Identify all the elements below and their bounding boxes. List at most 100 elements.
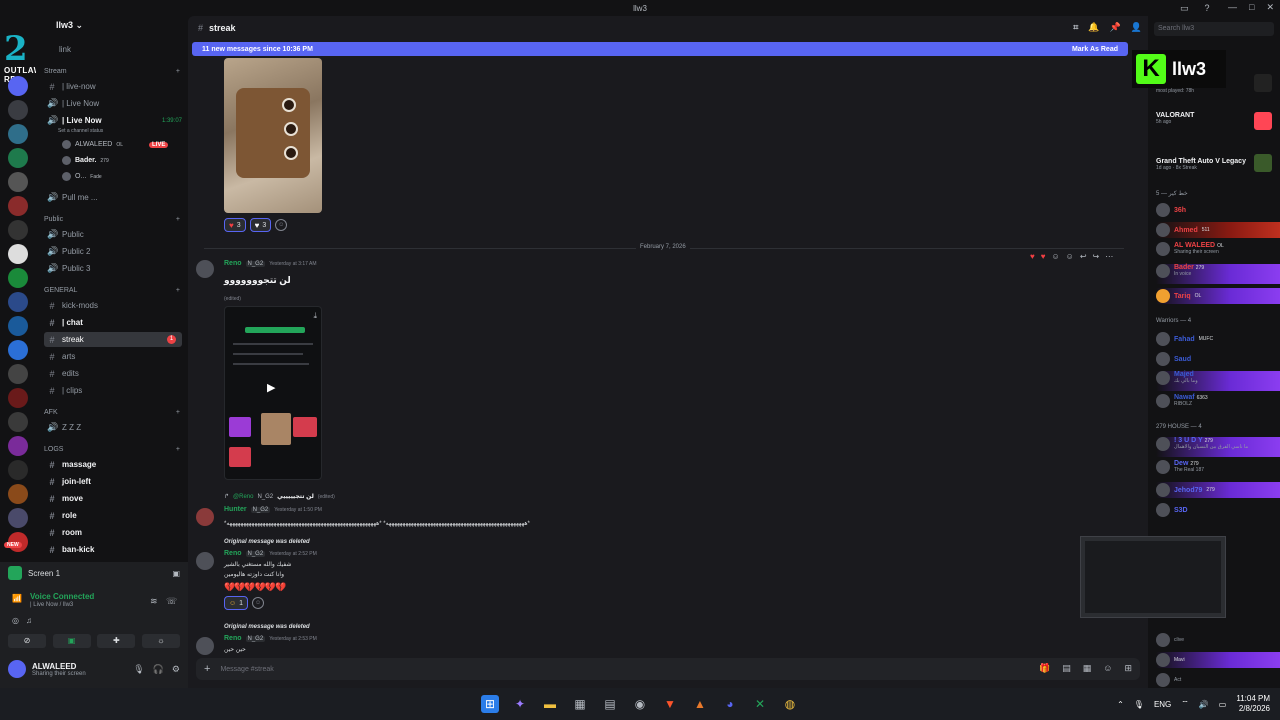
channel-join-left[interactable]: # join-left	[44, 474, 182, 489]
avatar[interactable]	[196, 552, 214, 570]
headphones-icon[interactable]: 🎧	[153, 664, 164, 675]
voice-user-2[interactable]: Bader. 279	[62, 156, 109, 165]
apps-icon[interactable]: ⊞	[1124, 663, 1132, 674]
image-attachment[interactable]	[224, 58, 322, 213]
server-icon[interactable]	[8, 292, 28, 312]
threads-icon[interactable]: ⌗	[1073, 22, 1078, 33]
play-icon[interactable]: ▶	[267, 381, 281, 395]
avatar[interactable]	[196, 637, 214, 655]
channel-room[interactable]: # room	[44, 525, 182, 540]
server-icon[interactable]	[8, 508, 28, 528]
member-row[interactable]: ! 3 U D Y 279 ما ناسي الفرق بين النسيان و…	[1156, 437, 1280, 457]
members-icon[interactable]: 👤	[1131, 22, 1142, 33]
volume-icon[interactable]: 🔊	[1199, 700, 1209, 709]
sticker-icon[interactable]: ▦	[1083, 663, 1092, 674]
server-icon[interactable]	[8, 412, 28, 432]
attach-plus-icon[interactable]: +	[204, 663, 210, 675]
channel-move[interactable]: # move	[44, 491, 182, 506]
voice-channel-pull-me[interactable]: 🔊 Pull me ...	[44, 190, 182, 205]
clock[interactable]: 11:04 PM 2/8/2026	[1236, 694, 1270, 714]
video-attachment[interactable]: ⤓ ▶	[224, 306, 322, 480]
gif-icon[interactable]: ▤	[1062, 663, 1071, 674]
server-icon[interactable]	[8, 316, 28, 336]
channel-chat[interactable]: # | chat	[44, 315, 182, 330]
channel-role[interactable]: # role	[44, 508, 182, 523]
channel-kick-mods[interactable]: # kick-mods	[44, 298, 182, 313]
voice-channel-live-now[interactable]: 🔊 | Live Now	[44, 96, 182, 111]
search-input[interactable]: Search llw3	[1154, 22, 1274, 36]
discord-icon[interactable]: ◕	[721, 695, 739, 713]
message-input[interactable]: Message #streak	[220, 666, 273, 673]
excel-icon[interactable]: ✕	[751, 695, 769, 713]
voice-connected-channel[interactable]: | Live Now / llw3	[30, 602, 73, 608]
activity-icon[interactable]: ◎	[12, 616, 19, 625]
member-row[interactable]: S3D	[1156, 502, 1280, 518]
screen-share-row[interactable]: Screen 1 ▣	[8, 564, 180, 582]
wifi-icon[interactable]: ⌔	[1181, 699, 1189, 709]
gift-icon[interactable]: 🎁	[1039, 663, 1050, 674]
brave-icon[interactable]: ▼	[661, 695, 679, 713]
minimize-button[interactable]: —	[1228, 2, 1237, 13]
server-icon[interactable]	[8, 196, 28, 216]
member-row[interactable]: Nawaf 6363 RIBOLZ	[1156, 394, 1280, 414]
member-row[interactable]: clive	[1156, 632, 1280, 648]
reaction-emoji[interactable]: ☺ 1	[224, 596, 249, 610]
pin-icon[interactable]: 📌	[1110, 22, 1121, 33]
server-icon[interactable]	[8, 148, 28, 168]
server-icon[interactable]	[8, 364, 28, 384]
app-icon[interactable]: ▲	[691, 695, 709, 713]
server-icon[interactable]	[8, 460, 28, 480]
member-row[interactable]: Tariq OL	[1156, 288, 1280, 304]
set-status[interactable]: Set a channel status	[58, 128, 103, 134]
voice-channel-public[interactable]: 🔊 Public	[44, 227, 182, 242]
camera-off-button[interactable]: ⊘	[8, 634, 46, 648]
battery-icon[interactable]: ▭	[1219, 700, 1227, 709]
avatar[interactable]	[196, 260, 214, 278]
channel-edits[interactable]: # edits	[44, 366, 182, 381]
reply-icon[interactable]: ↩	[1080, 252, 1087, 261]
channel-live-now[interactable]: # | live-now	[44, 79, 182, 94]
emoji-icon[interactable]: ☺	[1103, 663, 1112, 674]
voice-channel-public-2[interactable]: 🔊 Public 2	[44, 244, 182, 259]
chevron-up-icon[interactable]: ⌃	[1117, 700, 1124, 709]
voice-channel-live-now-active[interactable]: 🔊 | Live Now 1:39:07	[44, 113, 182, 128]
obs-icon[interactable]: ◉	[631, 695, 649, 713]
member-row[interactable]: 36h	[1156, 202, 1280, 218]
server-icon[interactable]	[8, 244, 28, 264]
forward-icon[interactable]: ↪	[1093, 252, 1100, 261]
heart-react-icon[interactable]: ♥	[1041, 252, 1046, 261]
category-general[interactable]: GENERAL +	[44, 287, 180, 294]
link-channel[interactable]: link	[56, 42, 194, 57]
avatar[interactable]	[196, 508, 214, 526]
user-panel[interactable]: ALWALEED Sharing their screen 🎙 🎧 ⚙	[8, 656, 180, 682]
channel-massage[interactable]: # massage	[44, 457, 182, 472]
add-channel-icon[interactable]: +	[176, 68, 180, 75]
language-indicator[interactable]: ENG	[1154, 700, 1171, 709]
server-icon[interactable]	[8, 268, 28, 288]
help-icon[interactable]: ?	[1205, 3, 1210, 14]
copilot-icon[interactable]: ✦	[511, 695, 529, 713]
settings-gear-icon[interactable]: ⚙	[172, 664, 180, 675]
screen-share-button[interactable]: ▣	[52, 634, 91, 648]
message-composer[interactable]: + Message #streak 🎁 ▤ ▦ ☺ ⊞	[196, 658, 1140, 680]
voice-channel-public-3[interactable]: 🔊 Public 3	[44, 261, 182, 276]
microphone-icon[interactable]: 🎙	[133, 664, 144, 675]
category-stream[interactable]: Stream +	[44, 68, 180, 75]
activities-button[interactable]: ✚	[97, 634, 136, 648]
voice-channel-afk[interactable]: 🔊 Z Z Z	[44, 420, 182, 435]
more-icon[interactable]: ⋯	[1105, 252, 1113, 261]
member-row[interactable]: Jehod79 279	[1156, 482, 1280, 498]
member-row[interactable]: Bader 279 In voice	[1156, 264, 1280, 284]
inbox-icon[interactable]: ▭	[1180, 3, 1189, 14]
voice-user-1[interactable]: ALWALEED OL LIVE	[62, 140, 169, 149]
add-channel-icon[interactable]: +	[176, 409, 180, 416]
calculator-icon[interactable]: ▤	[601, 695, 619, 713]
reply-reference[interactable]: ↱ @Reno N_G2 لن تتجيييييي (edited)	[224, 493, 335, 501]
member-row[interactable]: Mavi	[1156, 652, 1280, 668]
mark-as-read-button[interactable]: Mark As Read	[1072, 46, 1118, 53]
member-row[interactable]: Ahmed 511	[1156, 222, 1280, 238]
soundboard-icon[interactable]: ♫	[26, 616, 32, 625]
member-row[interactable]: Majed وما بالي بك	[1156, 371, 1280, 391]
add-channel-icon[interactable]: +	[176, 287, 180, 294]
download-icon[interactable]: ⤓	[313, 311, 317, 321]
